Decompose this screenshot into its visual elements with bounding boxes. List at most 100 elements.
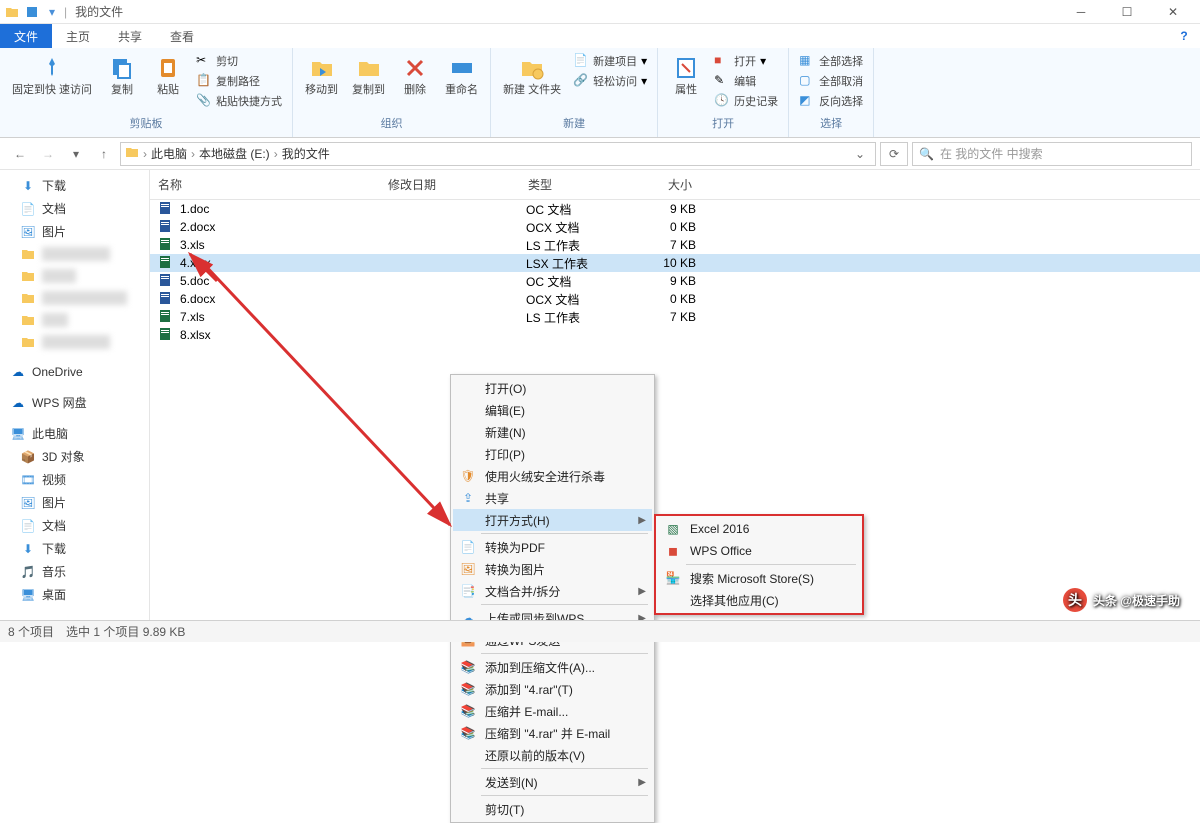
sidebar-item-downloads2[interactable]: ⬇下载: [0, 537, 149, 560]
tab-view[interactable]: 查看: [156, 24, 208, 48]
ctx-topdf[interactable]: 📄转换为PDF: [453, 536, 652, 558]
easyaccess-button[interactable]: 🔗轻松访问 ▾: [571, 72, 649, 90]
ctx2-wps[interactable]: ◼WPS Office: [658, 540, 860, 562]
sidebar-item-onedrive[interactable]: ☁OneDrive: [0, 361, 149, 383]
file-size: 0 KB: [626, 220, 696, 234]
copy-path-button[interactable]: 📋复制路径: [194, 72, 284, 90]
sidebar-item-pictures[interactable]: 🖼图片: [0, 220, 149, 243]
search-input[interactable]: 🔍 在 我的文件 中搜索: [912, 142, 1192, 166]
ctx2-store[interactable]: 🏪搜索 Microsoft Store(S): [658, 567, 860, 589]
refresh-button[interactable]: ⟳: [880, 142, 908, 166]
tab-file[interactable]: 文件: [0, 24, 52, 48]
qat-dropdown-icon[interactable]: ▾: [44, 4, 60, 20]
ctx-merge[interactable]: 📑文档合并/拆分▶: [453, 580, 652, 602]
invert-button[interactable]: ◩反向选择: [797, 92, 865, 110]
sidebar-item-desktop[interactable]: 🖥桌面: [0, 583, 149, 606]
col-name[interactable]: 名称: [150, 174, 380, 195]
ribbon-tabs: 文件 主页 共享 查看 ?: [0, 24, 1200, 48]
ctx-scan[interactable]: 🛡使用火绒安全进行杀毒: [453, 465, 652, 487]
edit-button[interactable]: ✎编辑: [712, 72, 780, 90]
folder-icon: [125, 145, 139, 162]
back-button[interactable]: ←: [8, 142, 32, 166]
ctx-addrar[interactable]: 📚添加到压缩文件(A)...: [453, 656, 652, 678]
ctx-restore[interactable]: 还原以前的版本(V): [453, 744, 652, 766]
search-icon: 🔍: [919, 147, 934, 161]
sidebar-item-blur4[interactable]: ███: [0, 309, 149, 331]
sidebar-item-videos[interactable]: 🎞视频: [0, 468, 149, 491]
sidebar-item-thispc[interactable]: 🖥此电脑: [0, 422, 149, 445]
recent-dropdown[interactable]: ▾: [64, 142, 88, 166]
ctx-email2[interactable]: 📚压缩到 "4.rar" 并 E-mail: [453, 722, 652, 744]
paste-button[interactable]: 粘贴: [148, 52, 188, 98]
ctx2-other[interactable]: 选择其他应用(C): [658, 589, 860, 611]
ctx-addrar2[interactable]: 📚添加到 "4.rar"(T): [453, 678, 652, 700]
ctx-cut[interactable]: 剪切(T): [453, 798, 652, 820]
sidebar-item-3d[interactable]: 📦3D 对象: [0, 445, 149, 468]
file-row[interactable]: 8.xlsx: [150, 326, 1200, 344]
file-row[interactable]: 5.docOC 文档9 KB: [150, 272, 1200, 290]
file-name: 5.doc: [180, 274, 386, 288]
ctx-sendto[interactable]: 发送到(N)▶: [453, 771, 652, 793]
col-type[interactable]: 类型: [520, 174, 620, 195]
moveto-button[interactable]: 移动到: [301, 52, 342, 98]
sidebar-item-blur3[interactable]: ██████████: [0, 287, 149, 309]
paste-shortcut-button[interactable]: 📎粘贴快捷方式: [194, 92, 284, 110]
file-row[interactable]: 6.docxOCX 文档0 KB: [150, 290, 1200, 308]
sidebar-item-documents[interactable]: 📄文档: [0, 197, 149, 220]
col-size[interactable]: 大小: [620, 174, 700, 195]
file-row[interactable]: 3.xlsLS 工作表7 KB: [150, 236, 1200, 254]
sidebar-item-blur1[interactable]: ████████: [0, 243, 149, 265]
open-button[interactable]: ■打开 ▾: [712, 52, 780, 70]
ctx-openwith[interactable]: 打开方式(H)▶: [453, 509, 652, 531]
newfolder-button[interactable]: 新建 文件夹: [499, 52, 565, 98]
up-button[interactable]: ↑: [92, 142, 116, 166]
ctx-new[interactable]: 新建(N): [453, 421, 652, 443]
rename-button[interactable]: 重命名: [441, 52, 482, 98]
window-title: 我的文件: [75, 3, 123, 20]
cut-button[interactable]: ✂剪切: [194, 52, 284, 70]
tab-home[interactable]: 主页: [52, 24, 104, 48]
delete-button[interactable]: 删除: [395, 52, 435, 98]
sidebar-item-documents2[interactable]: 📄文档: [0, 514, 149, 537]
breadcrumb[interactable]: › 此电脑 › 本地磁盘 (E:) › 我的文件 ⌄: [120, 142, 876, 166]
sidebar-item-downloads[interactable]: ⬇下载: [0, 174, 149, 197]
sidebar-item-music[interactable]: 🎵音乐: [0, 560, 149, 583]
tab-share[interactable]: 共享: [104, 24, 156, 48]
ctx-open[interactable]: 打开(O): [453, 377, 652, 399]
copyto-button[interactable]: 复制到: [348, 52, 389, 98]
sidebar-item-wps[interactable]: ☁WPS 网盘: [0, 391, 149, 414]
file-size: 9 KB: [626, 202, 696, 216]
newitem-button[interactable]: 📄新建项目 ▾: [571, 52, 649, 70]
ctx2-excel[interactable]: ▧Excel 2016: [658, 518, 860, 540]
ctx-toimg[interactable]: 🖼转换为图片: [453, 558, 652, 580]
history-button[interactable]: 🕓历史记录: [712, 92, 780, 110]
ctx-edit[interactable]: 编辑(E): [453, 399, 652, 421]
minimize-button[interactable]: ─: [1058, 0, 1104, 24]
ctx-email[interactable]: 📚压缩并 E-mail...: [453, 700, 652, 722]
file-row[interactable]: 7.xlsLS 工作表7 KB: [150, 308, 1200, 326]
sidebar-item-blur2[interactable]: ████: [0, 265, 149, 287]
file-type: LS 工作表: [526, 309, 626, 326]
file-size: 10 KB: [626, 256, 696, 270]
pin-button[interactable]: 固定到快 速访问: [8, 52, 96, 98]
ctx-share[interactable]: ⇪共享: [453, 487, 652, 509]
properties-button[interactable]: 属性: [666, 52, 706, 98]
close-button[interactable]: ✕: [1150, 0, 1196, 24]
col-date[interactable]: 修改日期: [380, 174, 520, 195]
file-pane: 名称 修改日期 类型 大小 1.docOC 文档9 KB2.docxOCX 文档…: [150, 170, 1200, 620]
help-button[interactable]: ?: [1168, 24, 1200, 48]
breadcrumb-dropdown-icon[interactable]: ⌄: [849, 147, 871, 161]
selectnone-button[interactable]: ▢全部取消: [797, 72, 865, 90]
file-row[interactable]: 2.docxOCX 文档0 KB: [150, 218, 1200, 236]
file-row[interactable]: 4.xlsxLSX 工作表10 KB: [150, 254, 1200, 272]
sidebar-item-pictures2[interactable]: 🖼图片: [0, 491, 149, 514]
file-row[interactable]: 1.docOC 文档9 KB: [150, 200, 1200, 218]
copy-button[interactable]: 复制: [102, 52, 142, 98]
sidebar-item-blur5[interactable]: ████████: [0, 331, 149, 353]
selectall-button[interactable]: ▦全部选择: [797, 52, 865, 70]
maximize-button[interactable]: ☐: [1104, 0, 1150, 24]
qat-icon[interactable]: [24, 4, 40, 20]
forward-button[interactable]: →: [36, 142, 60, 166]
ctx-print[interactable]: 打印(P): [453, 443, 652, 465]
ribbon-group-select: ▦全部选择 ▢全部取消 ◩反向选择 选择: [789, 48, 874, 137]
